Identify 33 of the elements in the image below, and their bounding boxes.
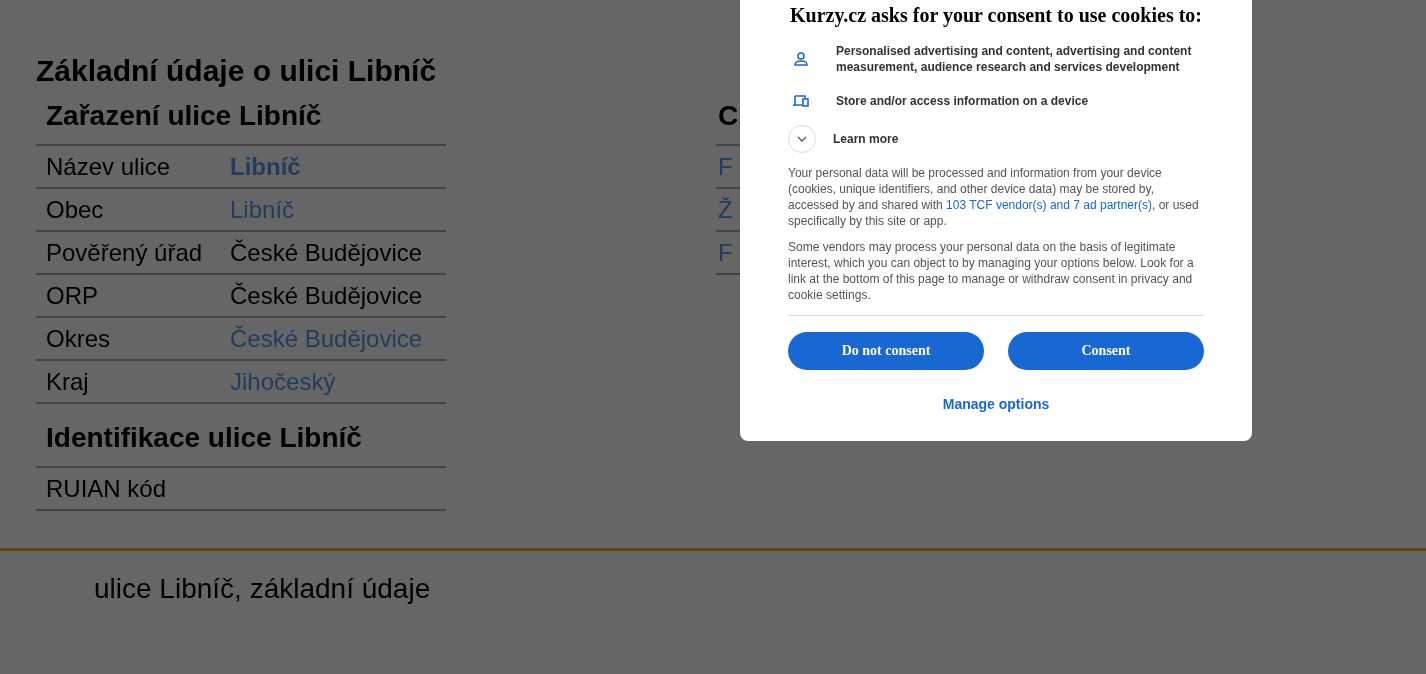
value-link[interactable]: Ž [718,195,733,224]
row-label: RUIAN kód [46,474,168,503]
value-link[interactable]: České Budějovice [230,324,423,353]
value-link[interactable]: Libníč [230,195,295,224]
row-label: Okres [46,324,111,353]
consent-button[interactable]: Consent [1008,332,1204,370]
row-label: Pověřený úřad [46,238,204,267]
section-heading: Zařazení ulice Libníč [45,99,323,133]
manage-options-link[interactable]: Manage options [942,396,1050,412]
section-heading: Identifikace ulice Libníč [45,421,363,455]
dialog-title: Kurzy.cz asks for your consent to use cookies to: [789,3,1203,29]
row-label: Kraj [46,367,90,396]
vendors-link[interactable]: 103 TCF vendor(s) and 7 ad partner(s) [946,198,1152,212]
footer-text: ulice Libníč, základní údaje [94,573,431,604]
row-label: Název ulice [46,152,172,181]
data-processing-paragraph: Your personal data will be processed and information from your device (cookies, unique identifiers, and other device data) may be stored by, accessed by and shared with 103 TCF vendor(s) and 7 ad partner(s), or used specifically by this site or app. [788,165,1200,229]
row-label: ORP [46,281,99,310]
row-label: Obec [46,195,105,224]
devices-icon [792,92,810,110]
do-not-consent-button[interactable]: Do not consent [788,332,984,370]
row-value: České Budějovice [230,238,423,267]
section-heading: C [717,99,740,133]
value-link[interactable]: F [718,238,733,267]
value-link[interactable]: Jihočeský [230,367,336,396]
value-link[interactable]: Libníč [230,152,301,181]
row-value: České Budějovice [230,281,423,310]
person-icon [792,50,810,68]
page-title: Základní údaje o ulici Libníč [36,54,437,88]
purpose-text: Personalised advertising and content, advertising and content measurement, audience research and services development [836,43,1193,75]
learn-more-button[interactable]: Learn more [788,125,1204,153]
purpose-text: Store and/or access information on a device [836,93,1090,109]
legitimate-interest-paragraph: Some vendors may process your personal data on the basis of legitimate interest, which you can object to by managing your options below. Look for a link at the bottom of this page to manage or withdraw consent in privacy and cookie settings. [788,239,1195,303]
value-link[interactable]: F [718,152,733,181]
